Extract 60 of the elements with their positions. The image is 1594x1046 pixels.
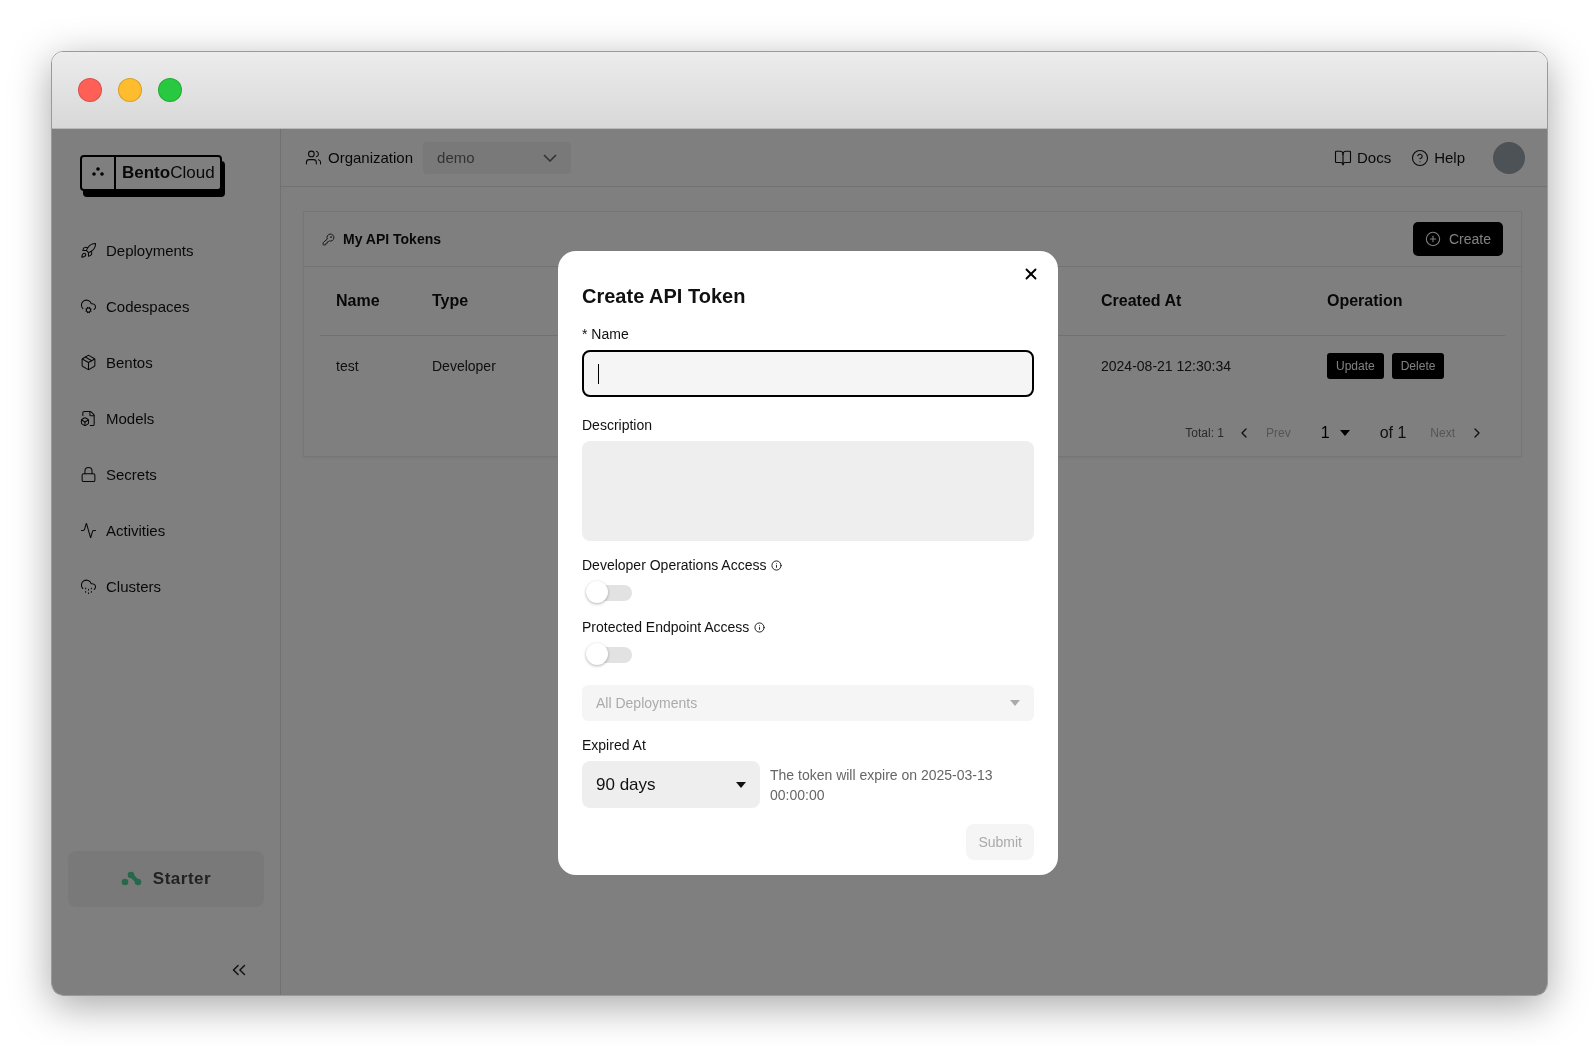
column-header: Operation (1327, 292, 1403, 310)
caret-icon (1339, 430, 1350, 436)
nav-item[interactable]: Models (80, 403, 264, 433)
users-icon (305, 149, 322, 166)
page-select[interactable]: 1 (1320, 424, 1350, 442)
page-count: of 1 (1379, 424, 1407, 442)
nav-icon (80, 409, 97, 427)
key-icon (322, 232, 335, 246)
zoom-window-button[interactable] (158, 78, 182, 102)
info-icon (771, 559, 783, 571)
field-label: Protected Endpoint Access (582, 619, 1034, 635)
close-window-button[interactable] (78, 78, 102, 102)
nav-icon (80, 353, 97, 371)
nav-item[interactable]: Bentos (80, 347, 264, 377)
name-input-field[interactable] (582, 350, 1034, 397)
toggle-switch[interactable] (586, 581, 632, 605)
nav-icon (80, 465, 97, 483)
field-label: * Name (582, 326, 630, 342)
dialog-title: Create API Token (582, 285, 747, 308)
expiry-select[interactable]: 90 days (582, 761, 760, 808)
help-link[interactable]: Help (1411, 148, 1465, 167)
caret-icon (1010, 700, 1020, 706)
organization-label: Organization (305, 149, 414, 166)
create-button[interactable]: Create (1412, 222, 1503, 256)
column-header: Created At (1101, 292, 1182, 310)
column-header: Name (336, 292, 380, 310)
column-header: Type (432, 292, 469, 310)
nav-item[interactable]: Activities (80, 515, 264, 545)
nav-icon (80, 297, 97, 315)
field-label: Expired At (582, 737, 647, 753)
table-cell: 2024-08-21 12:30:34 (1101, 358, 1231, 374)
toggle-switch[interactable] (586, 643, 632, 667)
minimize-window-button[interactable] (118, 78, 142, 102)
nav-item[interactable]: Deployments (80, 235, 264, 265)
table-cell: Developer (432, 358, 496, 374)
help-icon (1411, 148, 1430, 167)
nav-icon (80, 241, 97, 259)
plan-dots-icon (120, 871, 143, 887)
nav-icon (80, 577, 97, 595)
field-label: Developer Operations Access (582, 557, 1034, 573)
plus-circle-icon (1424, 231, 1441, 247)
info-icon (754, 621, 766, 633)
nav-item[interactable]: Clusters (80, 571, 264, 601)
field-label: Description (582, 417, 654, 433)
delete-button[interactable]: Delete (1391, 353, 1445, 379)
avatar[interactable] (1493, 141, 1525, 174)
expiry-note: The token will expire on 2025-03-13 00:00:00 (770, 766, 994, 805)
plan-badge[interactable]: Starter (68, 851, 264, 907)
book-icon (1333, 148, 1352, 167)
table-cell: test (336, 358, 359, 374)
update-button[interactable]: Update (1327, 353, 1384, 379)
organization-select[interactable]: demo (423, 141, 572, 174)
nav-item[interactable]: Secrets (80, 459, 264, 489)
card-title: My API Tokens (322, 231, 442, 247)
nav-item[interactable]: Codespaces (80, 291, 264, 321)
caret-icon (736, 781, 746, 788)
total-count: Total: 1 (1185, 426, 1225, 440)
chevron-down-icon (543, 153, 558, 162)
nav-icon (80, 521, 97, 539)
docs-link[interactable]: Docs (1333, 148, 1392, 167)
